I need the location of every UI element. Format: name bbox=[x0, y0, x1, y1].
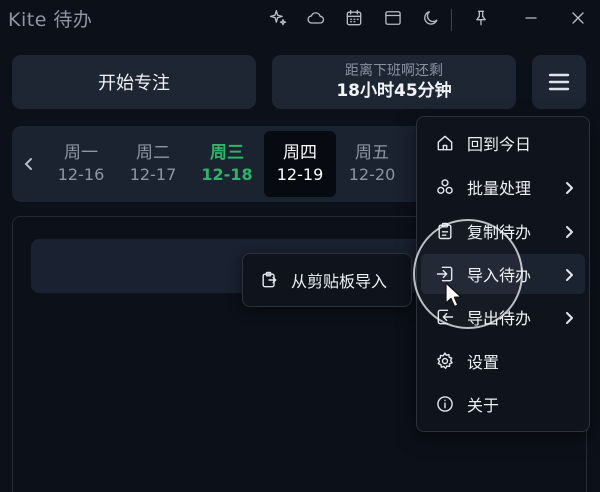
chevron-right-icon bbox=[563, 310, 575, 324]
day-monday[interactable]: 周一 12-16 bbox=[45, 131, 117, 197]
menu-item-batch[interactable]: 批量处理 bbox=[421, 167, 585, 207]
moon-icon[interactable] bbox=[419, 6, 443, 30]
day-date: 12-18 bbox=[201, 165, 253, 184]
clipboard-icon bbox=[262, 271, 277, 288]
title-bar: Kite 待办 bbox=[0, 0, 600, 36]
day-thursday-selected[interactable]: 周四 12-19 bbox=[264, 131, 336, 197]
hamburger-icon bbox=[548, 73, 570, 91]
home-icon bbox=[437, 135, 453, 151]
prev-week-button[interactable] bbox=[18, 152, 40, 176]
window-icon[interactable] bbox=[381, 6, 405, 30]
chevron-right-icon bbox=[563, 267, 575, 281]
day-friday[interactable]: 周五 12-20 bbox=[336, 131, 408, 197]
day-name: 周五 bbox=[355, 143, 389, 163]
menu-item-label: 关于 bbox=[467, 396, 500, 415]
calendar-icon[interactable] bbox=[342, 6, 366, 30]
pin-icon[interactable] bbox=[469, 6, 493, 30]
menu-item-label: 设置 bbox=[467, 353, 500, 372]
countdown-value: 18小时45分钟 bbox=[336, 81, 452, 101]
day-date: 12-17 bbox=[129, 165, 177, 184]
menu-item-label: 批量处理 bbox=[467, 179, 532, 198]
day-tuesday[interactable]: 周二 12-17 bbox=[117, 131, 189, 197]
titlebar-separator bbox=[451, 9, 452, 31]
minimize-icon[interactable] bbox=[519, 6, 543, 30]
menu-item-label: 回到今日 bbox=[467, 135, 532, 154]
day-name: 周二 bbox=[136, 143, 170, 163]
titlebar-icons bbox=[0, 6, 600, 31]
cursor-highlight-ring bbox=[413, 219, 523, 329]
start-focus-button[interactable]: 开始专注 bbox=[12, 55, 256, 109]
countdown-label: 距离下班啊还剩 bbox=[345, 63, 443, 79]
close-icon[interactable] bbox=[566, 6, 590, 30]
menu-item-about[interactable]: 关于 bbox=[421, 384, 585, 424]
day-date: 12-16 bbox=[57, 165, 105, 184]
menu-button[interactable] bbox=[532, 55, 586, 109]
sparkle-icon[interactable] bbox=[266, 6, 290, 30]
day-name: 周四 bbox=[283, 143, 317, 163]
import-submenu[interactable]: 从剪贴板导入 bbox=[242, 253, 412, 307]
day-date: 12-19 bbox=[276, 165, 324, 184]
mouse-cursor-icon bbox=[445, 282, 462, 308]
cloud-icon[interactable] bbox=[304, 6, 328, 30]
day-date: 12-20 bbox=[348, 165, 396, 184]
submenu-item-label: 从剪贴板导入 bbox=[291, 272, 388, 291]
chevron-right-icon bbox=[563, 224, 575, 238]
day-name: 周一 bbox=[64, 143, 98, 163]
day-wednesday-today[interactable]: 周三 12-18 bbox=[191, 131, 263, 197]
chevron-right-icon bbox=[563, 180, 575, 194]
chevron-left-icon bbox=[24, 158, 32, 170]
info-icon bbox=[437, 396, 453, 412]
countdown-widget: 距离下班啊还剩 18小时45分钟 bbox=[272, 55, 516, 109]
stack-icon bbox=[437, 179, 453, 194]
menu-item-back-to-today[interactable]: 回到今日 bbox=[421, 123, 585, 163]
gear-icon bbox=[437, 352, 453, 370]
menu-item-settings[interactable]: 设置 bbox=[421, 341, 585, 381]
day-name: 周三 bbox=[210, 143, 244, 163]
